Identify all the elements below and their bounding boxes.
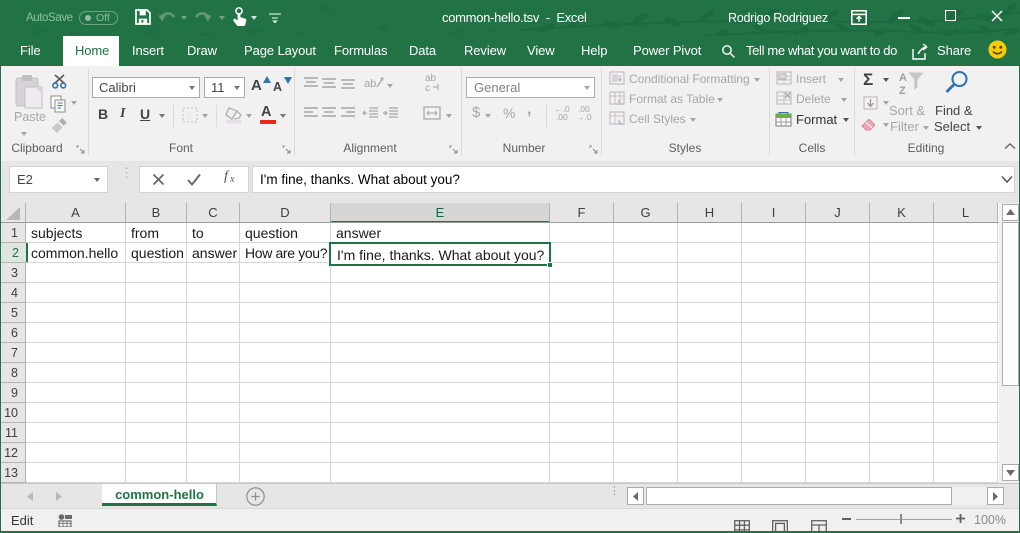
svg-text:c: c xyxy=(425,83,430,92)
svg-text:Z: Z xyxy=(899,85,906,97)
svg-text:ab: ab xyxy=(364,78,376,90)
svg-text:A: A xyxy=(899,72,907,84)
